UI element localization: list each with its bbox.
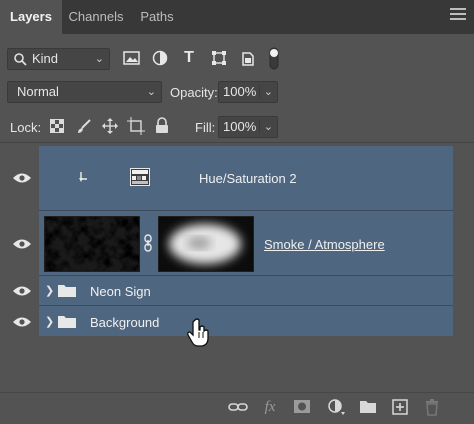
pixel-layer-filter-icon[interactable] xyxy=(123,50,141,66)
layer-name[interactable]: Neon Sign xyxy=(90,284,151,299)
chevron-right-icon[interactable]: ❯ xyxy=(45,284,54,297)
shape-layer-filter-icon[interactable] xyxy=(211,50,227,66)
lock-all-icon[interactable] xyxy=(155,117,169,134)
smart-object-filter-icon[interactable] xyxy=(241,50,255,66)
fill-field[interactable]: 100% ⌄ xyxy=(218,116,278,138)
chevron-down-icon: ⌄ xyxy=(146,86,156,98)
new-adjustment-layer-icon[interactable] xyxy=(326,398,346,416)
layer-thumbnail[interactable] xyxy=(44,216,140,272)
chevron-down-icon[interactable]: ⌄ xyxy=(258,85,273,98)
fill-value: 100% xyxy=(223,119,257,134)
opacity-label: Opacity: xyxy=(170,85,218,100)
fill-label: Fill: xyxy=(195,120,216,135)
new-group-icon[interactable] xyxy=(358,398,378,416)
eye-icon[interactable] xyxy=(12,284,32,298)
blend-mode-value: Normal xyxy=(17,84,59,99)
divider xyxy=(0,392,474,393)
chevron-down-icon: ⌄ xyxy=(94,53,104,65)
eye-icon[interactable] xyxy=(12,237,32,251)
new-layer-icon[interactable] xyxy=(390,398,410,416)
eye-icon[interactable] xyxy=(12,315,32,329)
divider xyxy=(0,142,474,143)
lock-artboard-icon[interactable] xyxy=(127,117,145,135)
clipping-arrow-icon xyxy=(79,172,87,182)
opacity-field[interactable]: 100% ⌄ xyxy=(218,81,278,103)
filter-kind-label: Kind xyxy=(32,51,59,66)
layer-name[interactable]: Background xyxy=(90,315,159,330)
type-layer-filter-icon[interactable]: T xyxy=(179,48,199,68)
tab-paths[interactable]: Paths xyxy=(130,0,184,34)
link-icon[interactable] xyxy=(143,234,153,252)
filter-toggle-icon[interactable] xyxy=(268,47,280,71)
filter-kind-select[interactable]: Kind ⌄ xyxy=(7,48,110,70)
layer-mask-thumbnail[interactable] xyxy=(158,216,254,272)
tab-layers[interactable]: Layers xyxy=(0,0,62,34)
folder-icon xyxy=(58,316,76,328)
eye-icon[interactable] xyxy=(12,171,32,185)
layer-name[interactable]: Hue/Saturation 2 xyxy=(199,171,297,186)
fx-icon[interactable]: fx xyxy=(260,398,280,416)
hue-saturation-adjustment-icon xyxy=(130,168,150,186)
chevron-down-icon[interactable]: ⌄ xyxy=(258,120,273,133)
tab-channels[interactable]: Channels xyxy=(62,0,130,34)
opacity-value: 100% xyxy=(223,84,257,99)
add-mask-icon[interactable] xyxy=(292,398,312,416)
hand-cursor-icon xyxy=(187,318,209,347)
link-layers-icon[interactable] xyxy=(228,398,248,416)
lock-position-icon[interactable] xyxy=(102,118,118,134)
lock-label: Lock: xyxy=(10,120,42,135)
blend-mode-select[interactable]: Normal ⌄ xyxy=(7,81,162,103)
lock-image-pixels-icon[interactable] xyxy=(76,118,92,134)
lock-transparent-pixels-icon[interactable] xyxy=(50,119,64,133)
trash-icon[interactable] xyxy=(422,398,442,416)
search-icon xyxy=(14,53,27,66)
adjustment-layer-filter-icon[interactable] xyxy=(152,50,168,66)
chevron-right-icon[interactable]: ❯ xyxy=(45,315,54,328)
panel-menu-icon[interactable] xyxy=(450,8,466,22)
layer-name[interactable]: Smoke / Atmosphere xyxy=(264,237,385,252)
folder-icon xyxy=(58,285,76,297)
